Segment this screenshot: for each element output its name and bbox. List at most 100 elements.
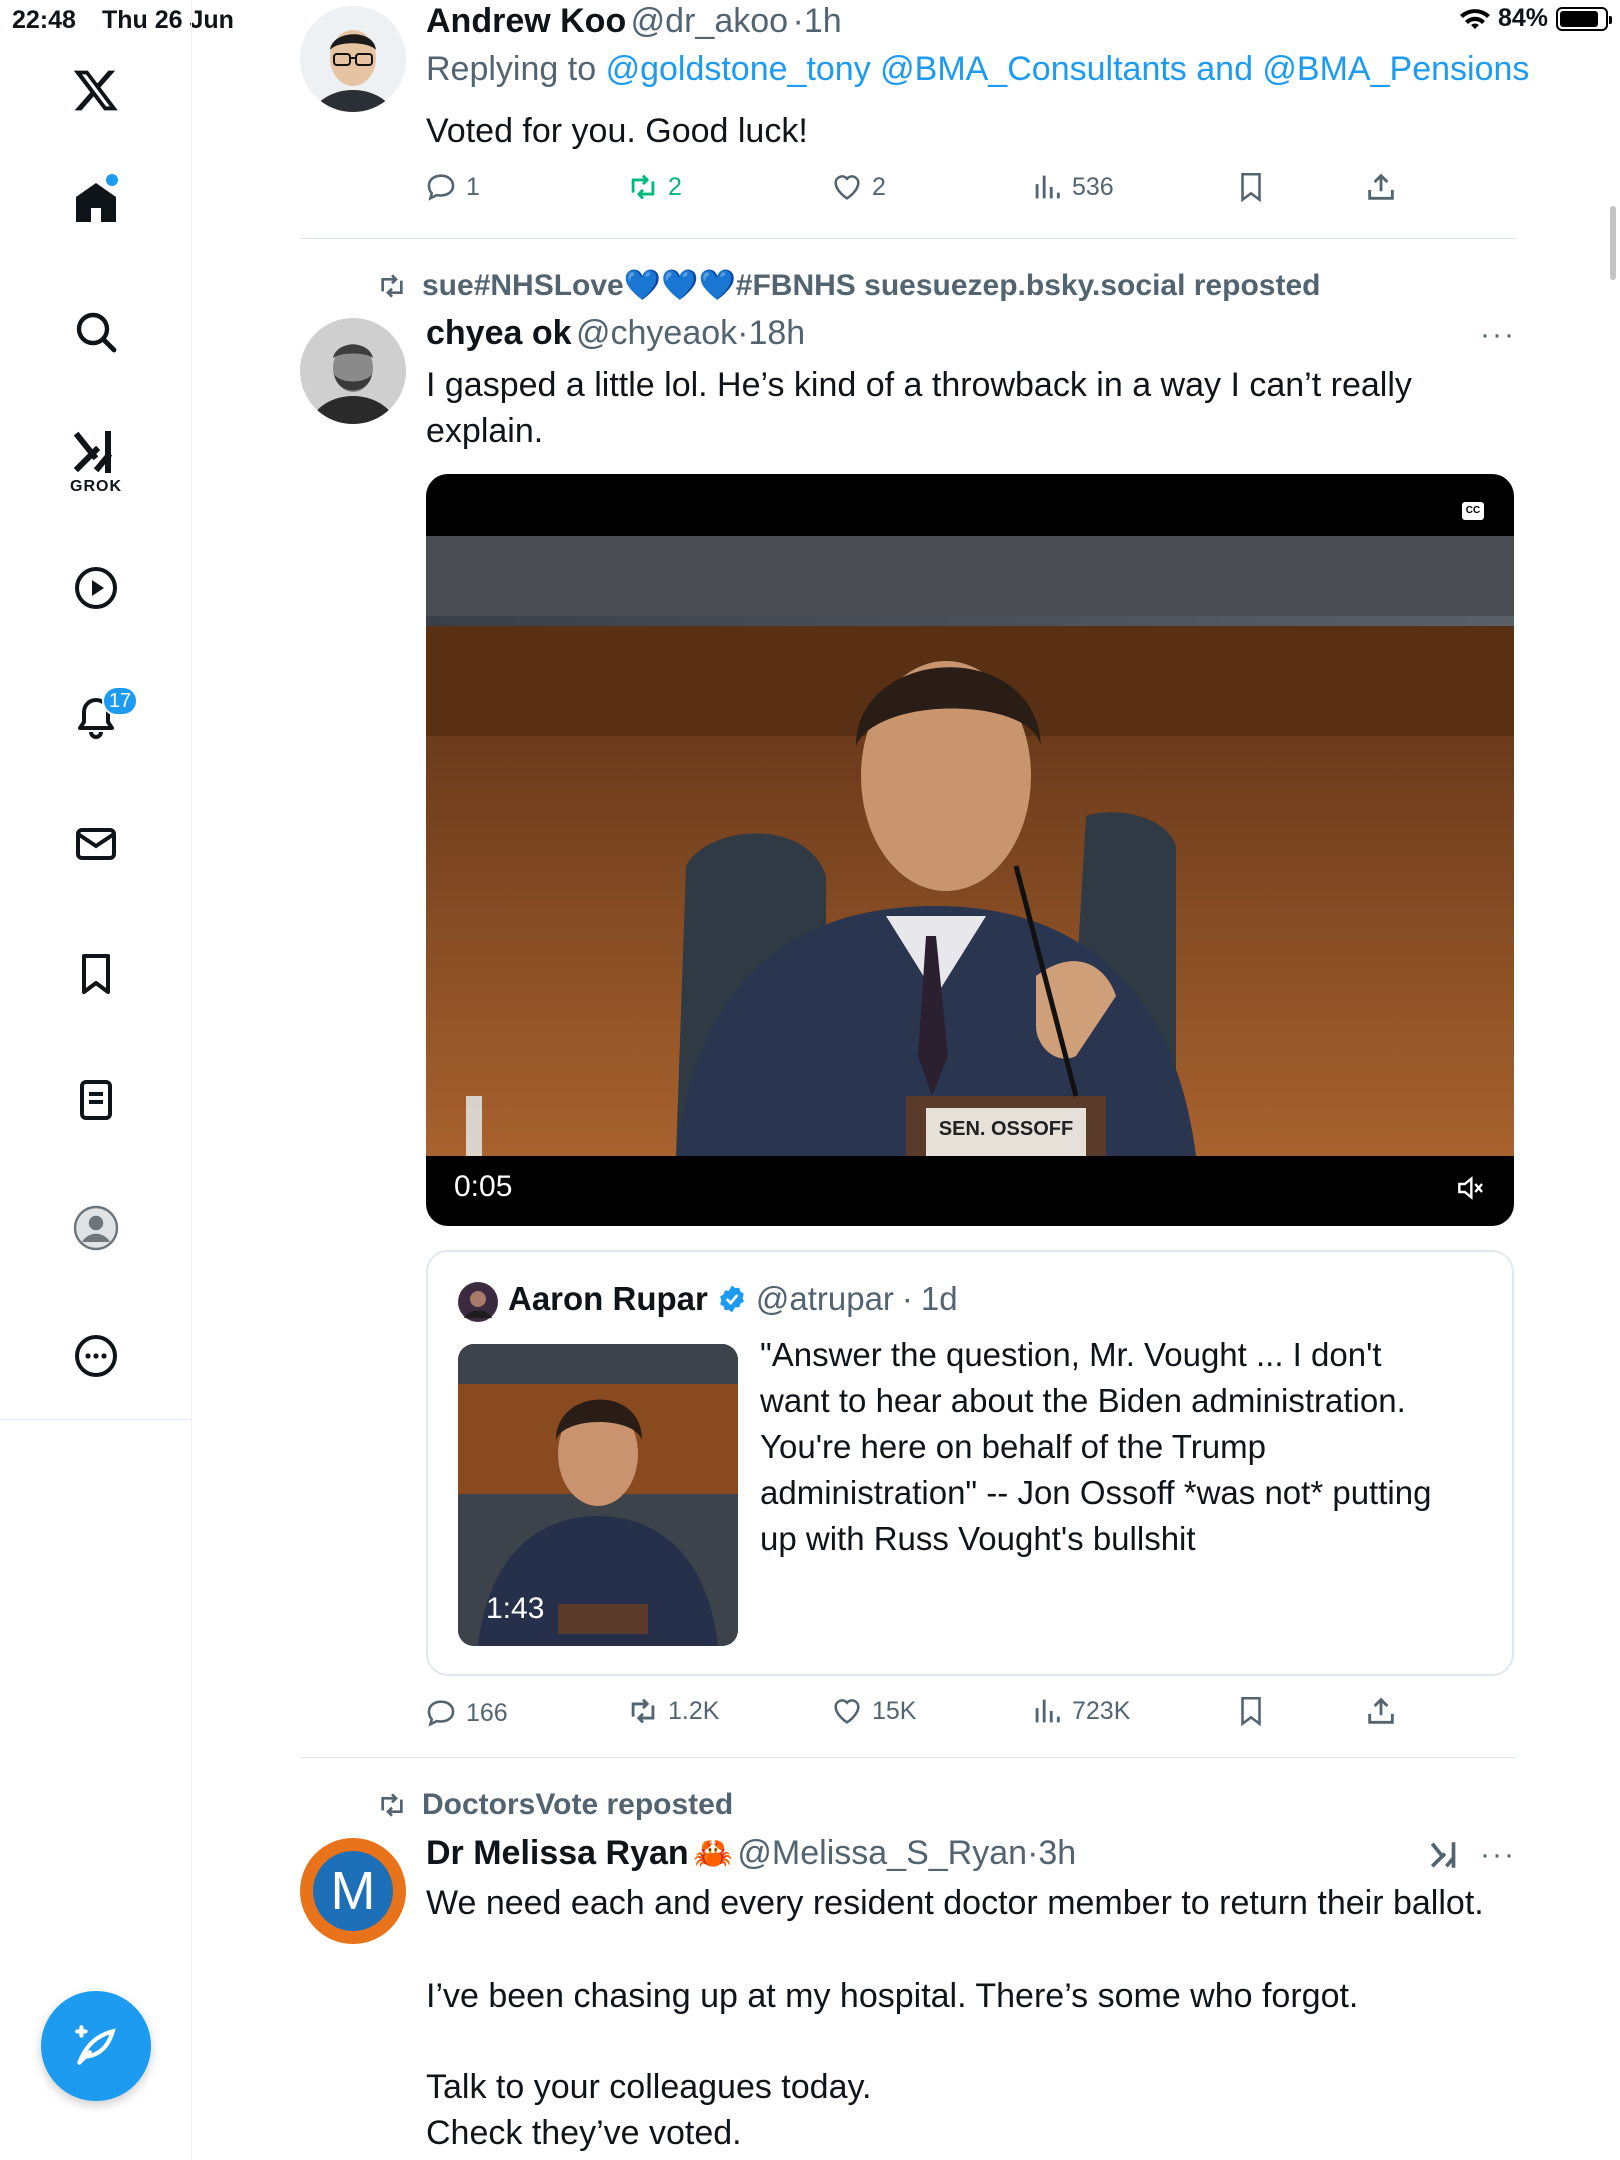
post2-text-line1: I gasped a little lol. He’s kind of a th… (426, 366, 1412, 404)
melissa-ryan-avatar[interactable]: M (300, 1838, 406, 1944)
repost-icon (631, 174, 655, 200)
quote-video-thumbnail[interactable]: 1:43 (458, 1344, 738, 1646)
grok-icon[interactable] (66, 422, 126, 482)
replying-to-handles[interactable]: @goldstone_tony @BMA_Consultants and @BM… (606, 50, 1530, 88)
repost-icon (631, 1698, 655, 1724)
post2-reply-button[interactable]: 166 (424, 1696, 508, 1730)
post2-like-count: 15K (872, 1696, 917, 1725)
post1-like-button[interactable]: 2 (830, 170, 886, 204)
quoted-post[interactable]: Aaron Rupar @atrupar · 1d 1:43 "Answer the… (426, 1250, 1514, 1676)
post3-reposted-by[interactable]: DoctorsVote reposted (422, 1788, 733, 1822)
post3-handle[interactable]: @Melissa_S_Ryan (737, 1834, 1027, 1872)
post2-repost-button[interactable]: 1.2K (626, 1694, 719, 1728)
heart-icon (834, 1699, 860, 1724)
views-chart-icon (1035, 175, 1060, 199)
post1-handle[interactable]: @dr_akoo (631, 2, 788, 40)
post1-bookmark-button[interactable] (1234, 170, 1268, 204)
post-separator (300, 238, 1516, 239)
post3-line: Talk to your colleagues today. (426, 2068, 872, 2106)
sidebar-divider (0, 1419, 192, 1420)
post2-reposted-line: sue#NHSLove💙💙💙#FBNHS suesuezep.bsky.soci… (376, 268, 1320, 303)
post1-header: Andrew Koo @dr_akoo ·1h (426, 2, 842, 41)
repost-indicator-icon (381, 1793, 403, 1817)
messages-envelope-icon[interactable] (66, 814, 126, 874)
post2-share-button[interactable] (1364, 1694, 1398, 1728)
quote-thumb-time: 1:43 (486, 1592, 545, 1625)
post3-author-name[interactable]: Dr Melissa Ryan (426, 1834, 689, 1872)
notifications-badge: 17 (102, 686, 138, 716)
views-chart-icon (1035, 1699, 1060, 1723)
sidebar: GROK 17 (0, 0, 192, 2160)
post2-more-icon[interactable]: ··· (1480, 318, 1516, 352)
x-logo-icon[interactable] (66, 60, 126, 120)
wifi-icon (1459, 8, 1490, 29)
battery-icon (1556, 6, 1612, 31)
post2-reposted-by[interactable]: sue#NHSLove💙💙💙#FBNHS suesuezep.bsky.soci… (422, 268, 1320, 303)
profile-avatar-icon[interactable] (66, 1198, 126, 1258)
video-nameplate: SEN. OSSOFF (938, 1118, 1074, 1140)
bookmarks-icon[interactable] (66, 944, 126, 1004)
post1-views-button[interactable]: 536 (1030, 170, 1114, 204)
andrew-koo-avatar[interactable] (300, 6, 406, 112)
lists-icon[interactable] (66, 1070, 126, 1130)
post2-dot: · (737, 314, 749, 352)
grok-label: GROK (70, 478, 122, 495)
post2-like-button[interactable]: 15K (830, 1694, 916, 1728)
quote-line: want to hear about the Biden administrat… (760, 1382, 1406, 1419)
post2-handle[interactable]: @chyeaok (576, 314, 737, 352)
compose-post-button[interactable] (41, 1991, 151, 2101)
post3-header: Dr Melissa Ryan 🦀 @Melissa_S_Ryan·3h (426, 1834, 1076, 1873)
quote-line: "Answer the question, Mr. Vought ... I d… (760, 1336, 1382, 1373)
post2-repost-count: 1.2K (668, 1696, 720, 1725)
quote-text: "Answer the question, Mr. Vought ... I d… (760, 1332, 1431, 1562)
verified-badge-icon (719, 1285, 744, 1313)
post1-reply-button[interactable]: 1 (424, 170, 480, 204)
compose-feather-icon (75, 2025, 116, 2065)
post3-line: I’ve been chasing up at my hospital. The… (426, 1977, 1359, 2015)
post1-repost-button[interactable]: 2 (626, 170, 682, 204)
post2-views-button[interactable]: 723K (1030, 1694, 1130, 1728)
quote-author-name[interactable]: Aaron Rupar (508, 1280, 708, 1318)
more-options-icon[interactable] (66, 1326, 126, 1386)
scrollbar[interactable] (1610, 206, 1616, 280)
post1-repost-count: 2 (668, 172, 682, 201)
post1-share-button[interactable] (1364, 170, 1398, 204)
share-icon (1368, 1697, 1394, 1724)
post1-replying: Replying to @goldstone_tony @BMA_Consult… (426, 50, 1529, 89)
replying-prefix: Replying to (426, 50, 597, 88)
video-player[interactable]: SEN. OSSOFF CC 0:05 (426, 474, 1514, 1226)
post2-age: 18h (748, 314, 806, 352)
post3-line: Check they’ve voted. (426, 2114, 742, 2152)
quote-line: up with Russ Vought's bullshit (760, 1520, 1196, 1557)
video-play-icon[interactable] (66, 558, 126, 618)
quote-handle[interactable]: @atrupar (756, 1280, 894, 1318)
post2-author-name[interactable]: chyea ok (426, 314, 572, 352)
post2-reply-count: 166 (466, 1698, 508, 1727)
post2-views-count: 723K (1072, 1696, 1131, 1725)
quote-dot: · (901, 1280, 913, 1317)
post3-more-icon[interactable]: ··· (1480, 1838, 1516, 1872)
post1-author-name[interactable]: Andrew Koo (426, 2, 626, 40)
post3-line: We need each and every resident doctor m… (426, 1884, 1484, 1922)
reply-icon (427, 174, 455, 201)
search-icon[interactable] (66, 302, 126, 362)
post1-views-count: 536 (1072, 172, 1114, 201)
video-timestamp: 0:05 (454, 1170, 513, 1203)
crab-emoji: 🦀 (693, 1835, 733, 1871)
battery-percent: 84% (1497, 4, 1548, 32)
bookmark-icon (1241, 172, 1261, 203)
quote-age: 1d (920, 1280, 958, 1317)
share-icon (1368, 173, 1394, 200)
post1-dot: · (792, 2, 804, 40)
post2-header: chyea ok @chyeaok·18h (426, 314, 805, 353)
grok-explain-icon[interactable] (1428, 1838, 1462, 1872)
post1-like-count: 2 (872, 172, 886, 201)
post1-reply-count: 1 (466, 172, 480, 201)
closed-captions-icon[interactable]: CC (1462, 502, 1484, 520)
chyea-ok-avatar[interactable] (300, 318, 406, 424)
quote-line: You're here on behalf of the Trump (760, 1428, 1266, 1465)
mute-icon[interactable] (1454, 1172, 1486, 1204)
aaron-rupar-avatar[interactable] (458, 1282, 498, 1322)
post2-bookmark-button[interactable] (1234, 1694, 1268, 1728)
post3-reposted-line: DoctorsVote reposted (376, 1788, 733, 1822)
